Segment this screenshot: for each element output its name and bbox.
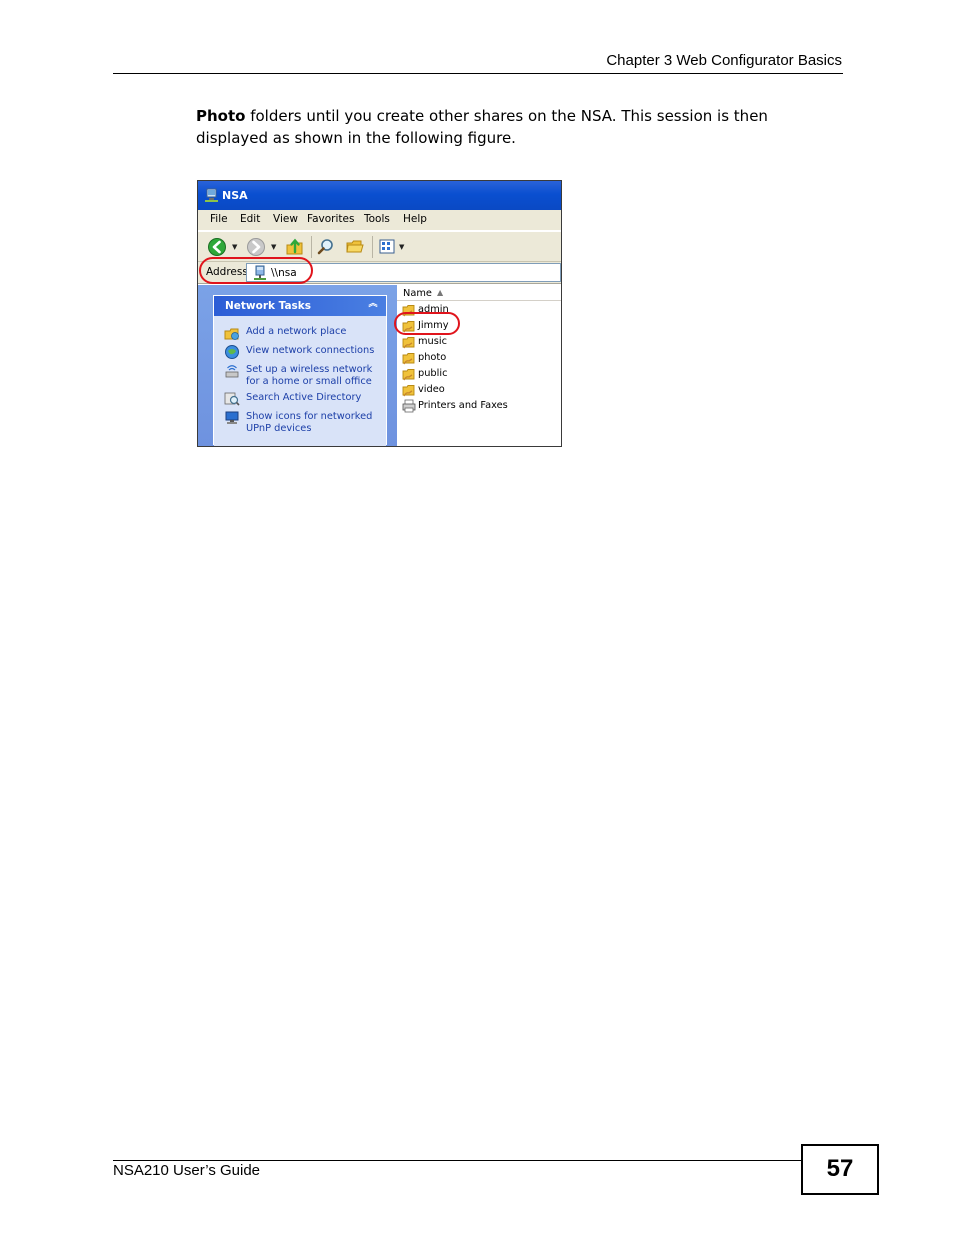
up-folder-icon[interactable]	[285, 237, 305, 257]
toolbar-separator	[311, 236, 312, 258]
page-number-box: 57	[801, 1144, 879, 1195]
back-icon[interactable]	[207, 237, 227, 257]
network-connections-icon	[225, 345, 239, 359]
network-place-icon	[224, 328, 239, 340]
network-tasks-header[interactable]: Network Tasks ︽	[214, 296, 386, 316]
header-divider	[113, 73, 843, 74]
chapter-title: Chapter 3 Web Configurator Basics	[606, 52, 842, 69]
share-name: Printers and Faxes	[418, 400, 508, 411]
network-tasks-list: Add a network place View network connect…	[214, 316, 386, 446]
task-label: View network connections	[246, 345, 375, 356]
directory-search-icon	[224, 392, 240, 406]
folders-icon[interactable]	[345, 237, 365, 257]
search-icon[interactable]	[316, 237, 336, 257]
guide-title: NSA210 User’s Guide	[113, 1162, 261, 1179]
task-label: Show icons for networked UPnP devices	[246, 411, 373, 434]
task-pane: Network Tasks ︽ Add a network place View…	[198, 285, 397, 446]
paragraph-text: folders until you create other shares on…	[196, 107, 768, 147]
sort-ascending-icon: ▲	[437, 288, 444, 297]
shared-folder-icon	[402, 337, 415, 349]
shared-folder-icon	[402, 369, 415, 381]
address-highlight-circle	[199, 257, 313, 284]
bold-lead: Photo	[196, 107, 246, 125]
collapse-chevron-icon[interactable]: ︽	[366, 298, 380, 312]
upnp-devices-icon	[225, 411, 239, 424]
column-name: Name	[403, 288, 432, 299]
window-title: NSA	[222, 189, 248, 202]
menu-file[interactable]: File	[210, 213, 228, 225]
share-name: public	[418, 368, 448, 379]
menu-view[interactable]: View	[273, 213, 298, 225]
forward-icon[interactable]	[246, 237, 266, 257]
page-number: 57	[826, 1155, 854, 1182]
footer-divider	[113, 1160, 803, 1161]
menu-tools[interactable]: Tools	[364, 213, 390, 225]
menu-bar: File Edit View Favorites Tools Help	[198, 210, 561, 230]
column-header[interactable]: Name ▲	[397, 285, 561, 301]
views-icon[interactable]	[378, 237, 398, 257]
back-dropdown-icon[interactable]: ▼	[232, 243, 237, 251]
toolbar-separator	[372, 236, 373, 258]
share-name: photo	[418, 352, 447, 363]
menu-help[interactable]: Help	[403, 213, 427, 225]
shared-folder-icon	[402, 385, 415, 397]
menu-edit[interactable]: Edit	[240, 213, 260, 225]
jimmy-highlight-circle	[394, 312, 460, 335]
network-tasks-panel: Network Tasks ︽ Add a network place View…	[213, 295, 387, 446]
task-label: Add a network place	[246, 326, 347, 337]
shared-folder-icon	[402, 353, 415, 365]
share-name: music	[418, 336, 447, 347]
title-bar[interactable]: NSA	[198, 181, 561, 210]
network-share-icon	[205, 188, 218, 202]
share-name: video	[418, 384, 445, 395]
forward-dropdown-icon[interactable]: ▼	[271, 243, 276, 251]
printer-icon	[402, 399, 416, 413]
task-label: Set up a wireless network for a home or …	[246, 364, 373, 387]
task-label: Search Active Directory	[246, 392, 362, 403]
wireless-setup-icon	[225, 365, 239, 378]
explorer-window: NSA File Edit View Favorites Tools Help …	[197, 180, 562, 447]
file-list-pane: Name ▲ admin Jimmy music photo public vi…	[397, 285, 561, 446]
network-tasks-title: Network Tasks	[225, 300, 312, 312]
menu-favorites[interactable]: Favorites	[307, 213, 354, 225]
body-paragraph: Photo folders until you create other sha…	[196, 105, 816, 149]
views-dropdown-icon[interactable]: ▼	[399, 243, 404, 251]
